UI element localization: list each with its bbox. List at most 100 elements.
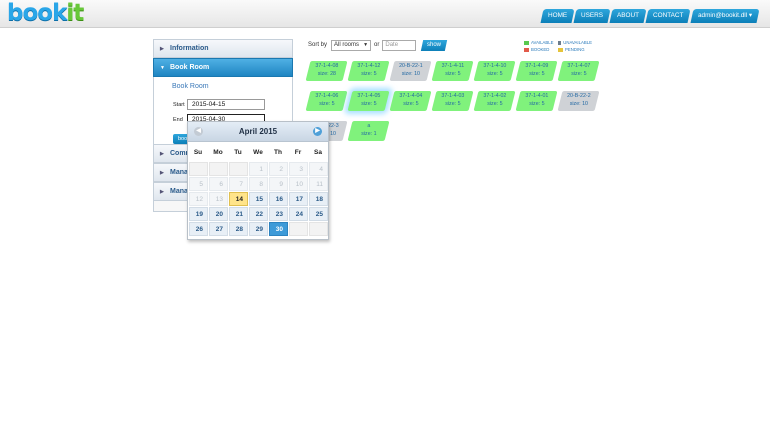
room-tile[interactable]: 37-1-4-05 size: 5 (347, 91, 390, 111)
room-tile[interactable]: 37-1-4-10 size: 5 (473, 61, 516, 81)
day-cell[interactable]: 18 (309, 192, 328, 206)
day-cell: 8 (249, 177, 268, 191)
room-size: size: 5 (361, 70, 377, 77)
room-size: size: 5 (403, 100, 419, 107)
start-date-input[interactable]: 2015-04-15 (187, 99, 265, 110)
day-cell: 7 (229, 177, 248, 191)
room-tile[interactable]: 37-1-4-11 size: 5 (431, 61, 474, 81)
day-cell: 10 (289, 177, 308, 191)
datepicker-popup: ◀ April 2015 ▶ Su Mo Tu We Th Fr Sa 1234567891… (187, 121, 329, 240)
room-size: size: 5 (445, 70, 461, 77)
show-button[interactable]: show (421, 39, 448, 51)
room-name: 20-B-22-1 (399, 63, 423, 69)
day-cell[interactable]: 20 (209, 207, 228, 221)
room-tile[interactable]: 37-1-4-08 size: 28 (305, 61, 348, 81)
chevron-right-icon: ▶ (160, 189, 164, 195)
day-cell[interactable]: 21 (229, 207, 248, 221)
room-size: size: 5 (487, 70, 503, 77)
day-of-week-label: Mo (213, 148, 223, 156)
room-name: 37-1-4-10 (483, 63, 507, 69)
pending-swatch (558, 47, 563, 52)
booked-swatch (524, 47, 529, 52)
day-cell[interactable]: 26 (189, 222, 208, 236)
status-legend: AVAILABLE UNAVAILABLE BOOKED PENDING (524, 39, 604, 53)
nav-contact[interactable]: CONTACT (645, 9, 692, 23)
day-cell[interactable]: 29 (249, 222, 268, 236)
nav-home[interactable]: HOME (540, 9, 575, 23)
chevron-down-icon: ▼ (363, 41, 369, 48)
room-tile[interactable]: 37-1-4-04 size: 5 (389, 91, 432, 111)
room-name: 37-1-4-06 (315, 93, 339, 99)
empty-day-cell (189, 162, 208, 176)
bookit-logo[interactable]: book it (7, 1, 84, 25)
room-name: 37-1-4-12 (357, 63, 381, 69)
day-cell[interactable]: 27 (209, 222, 228, 236)
empty-day-cell (229, 162, 248, 176)
sort-label: Sort by (308, 42, 328, 48)
chevron-right-icon: ▶ (160, 46, 164, 52)
day-of-week-label: Tu (234, 148, 242, 156)
day-cell[interactable]: 14 (229, 192, 248, 206)
day-cell[interactable]: 16 (269, 192, 288, 206)
room-tile[interactable]: 37-1-4-09 size: 5 (515, 61, 558, 81)
accordion-book-room[interactable]: ▼ Book Room (153, 58, 293, 77)
room-tile[interactable]: 20-B-22-2 size: 10 (557, 91, 600, 111)
room-size: size: 5 (571, 70, 587, 77)
day-cell[interactable]: 28 (229, 222, 248, 236)
room-size: size: 10 (401, 70, 420, 77)
day-cell[interactable]: 22 (249, 207, 268, 221)
room-name: 20-B-22-2 (567, 93, 591, 99)
room-tile[interactable]: 37-1-4-12 size: 5 (347, 61, 390, 81)
start-label: Start (173, 102, 185, 108)
day-cell[interactable]: 23 (269, 207, 288, 221)
room-tile[interactable]: 37-1-4-01 size: 5 (515, 91, 558, 111)
chevron-down-icon: ▼ (160, 65, 165, 71)
room-tile[interactable]: 37-1-4-03 size: 5 (431, 91, 474, 111)
chevron-right-icon: ▶ (160, 170, 164, 176)
day-of-week-label: We (253, 148, 263, 156)
room-tile[interactable]: 37-1-4-02 size: 5 (473, 91, 516, 111)
prev-month-icon[interactable]: ◀ (194, 127, 203, 136)
top-header: book it HOME USERS ABOUT CONTACT admin@bo… (0, 0, 770, 28)
day-cell[interactable]: 30 (269, 222, 288, 236)
accordion-information[interactable]: ▶ Information (153, 39, 293, 58)
room-tile[interactable]: 37-1-4-07 size: 5 (557, 61, 600, 81)
room-tile[interactable]: a size: 1 (347, 121, 390, 141)
room-name: 37-1-4-02 (483, 93, 507, 99)
empty-day-cell (289, 222, 308, 236)
date-filter-input[interactable]: Date (382, 39, 417, 51)
room-name: 37-1-4-09 (525, 63, 549, 69)
empty-day-cell (209, 162, 228, 176)
day-cell: 9 (269, 177, 288, 191)
end-label: End (173, 117, 183, 123)
nav-users[interactable]: USERS (573, 9, 611, 23)
legend-booked: BOOKED (531, 47, 550, 52)
day-of-week-label: Th (274, 148, 282, 156)
room-tile[interactable]: 37-1-4-06 size: 5 (305, 91, 348, 111)
day-of-week-row: Su Mo Tu We Th Fr Sa (188, 142, 328, 162)
day-cell[interactable]: 24 (289, 207, 308, 221)
nav-about[interactable]: ABOUT (609, 9, 647, 23)
room-name: 37-1-4-07 (567, 63, 591, 69)
day-cell: 12 (189, 192, 208, 206)
day-cell[interactable]: 15 (249, 192, 268, 206)
legend-unavailable: UNAVAILABLE (563, 40, 592, 45)
day-cell: 5 (189, 177, 208, 191)
room-name: 37-1-4-11 (441, 63, 465, 69)
room-name: 37-1-4-01 (525, 93, 549, 99)
nav-user-menu[interactable]: admin@bookit.dll ▾ (690, 9, 760, 23)
day-cell: 1 (249, 162, 268, 176)
room-name: a (367, 123, 371, 129)
room-name: 37-1-4-08 (315, 63, 339, 69)
sort-select[interactable]: All rooms ▼ (331, 39, 372, 51)
day-cell[interactable]: 19 (189, 207, 208, 221)
day-cell[interactable]: 25 (309, 207, 328, 221)
datepicker-header: ◀ April 2015 ▶ (188, 122, 328, 142)
legend-available: AVAILABLE (531, 40, 554, 45)
next-month-icon[interactable]: ▶ (313, 127, 322, 136)
room-name: 37-1-4-04 (399, 93, 423, 99)
room-size: size: 5 (529, 100, 545, 107)
room-tile[interactable]: 20-B-22-1 size: 10 (389, 61, 432, 81)
unavailable-swatch (558, 40, 562, 45)
day-cell[interactable]: 17 (289, 192, 308, 206)
